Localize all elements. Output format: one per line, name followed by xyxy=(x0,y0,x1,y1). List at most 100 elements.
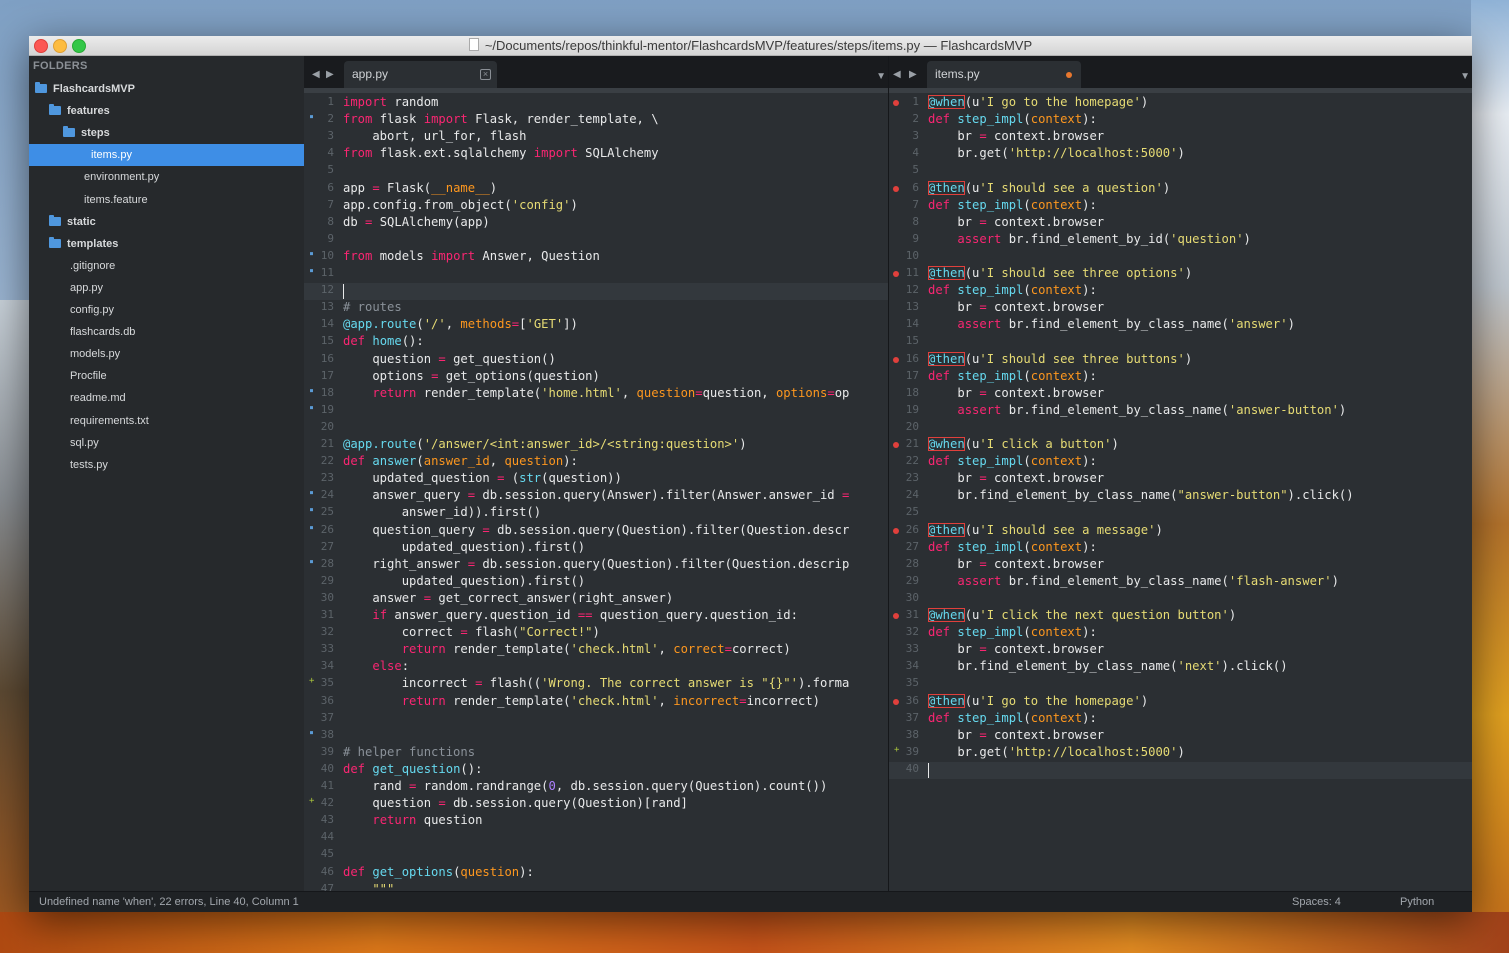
sidebar-item-label: FlashcardsMVP xyxy=(53,83,135,95)
line-number: 22 xyxy=(320,454,334,468)
lint-error-icon xyxy=(893,442,899,448)
sidebar-folder[interactable]: static xyxy=(29,211,324,233)
status-bar: Undefined name 'when', 22 errors, Line 4… xyxy=(29,891,1472,912)
code-line: right_answer = db.session.query(Question… xyxy=(343,556,850,571)
lint-error-icon xyxy=(893,356,899,363)
lint-error-icon xyxy=(893,271,899,277)
sidebar-item-label: steps xyxy=(81,127,110,140)
left-editor-pane[interactable]: 1 2 ■ 3 4 5 6 7 8 9 10 ■ 11 ■ 12 13 14 15 16 17 18 ■ 19 ■ 20 21 22… xyxy=(304,88,888,891)
sidebar-file[interactable]: tests.py xyxy=(29,454,345,476)
lint-error-icon xyxy=(893,527,899,534)
line-number: 43 xyxy=(320,813,334,827)
tab-scroll-left-icon[interactable]: ◀ xyxy=(893,69,901,80)
tab-scroll-left-icon[interactable]: ◀ xyxy=(312,69,320,80)
sidebar-file[interactable]: app.py xyxy=(29,277,345,299)
code-line: updated_question).first() xyxy=(343,573,586,588)
sidebar-folder[interactable]: features xyxy=(29,100,324,122)
code-line: br = context.browser xyxy=(928,642,1105,657)
desktop-wallpaper-left xyxy=(0,300,30,953)
code-line: if answer_query.question_id == question_… xyxy=(372,608,798,622)
sidebar-item-label: models.py xyxy=(70,348,121,361)
sidebar-file[interactable]: .gitignore xyxy=(29,255,345,277)
tab-items-py[interactable]: items.py xyxy=(927,61,1081,88)
folder-icon xyxy=(49,236,61,248)
line-number-gutter[interactable]: 1 2 ■ 3 4 5 6 7 8 9 10 ■ 11 ■ 12 13 14 15 16 17 18 ■ 19 ■ 20 21 22… xyxy=(304,88,340,891)
modified-line-icon: ■ xyxy=(310,729,314,736)
syntax-mode[interactable]: Python xyxy=(1400,892,1434,912)
desktop-wallpaper-right xyxy=(1471,0,1509,953)
tab-scroll-right-icon[interactable]: ▶ xyxy=(909,69,917,80)
code-line: question = db.session.query(Question)[ra… xyxy=(343,796,688,811)
code-line: app = Flask(__name__) xyxy=(343,180,498,195)
code-line: answer_id)).first() xyxy=(343,505,542,520)
code-line: abort, url_for, flash xyxy=(343,129,527,144)
modified-line-icon: ■ xyxy=(310,507,314,514)
code-line: options = get_options(question) xyxy=(343,368,600,383)
line-number: 26 xyxy=(320,522,334,536)
tab-list-dropdown-icon[interactable]: ▼ xyxy=(1460,71,1470,82)
code-line: @app.route('/', methods=['GET']) xyxy=(343,317,578,332)
code-line: br = context.browser xyxy=(928,556,1105,571)
code-line: assert br.find_element_by_class_name('an… xyxy=(957,402,1347,417)
line-number: 29 xyxy=(320,573,334,587)
sidebar-file[interactable]: readme.md xyxy=(29,387,345,409)
line-number: 10 xyxy=(905,248,919,262)
code-line: br.get('http://localhost:5000') xyxy=(928,744,1185,759)
line-number: 9 xyxy=(912,231,919,245)
line-number: 10 xyxy=(320,248,334,262)
line-number: 3 xyxy=(327,129,334,143)
tab-list-dropdown-icon[interactable]: ▼ xyxy=(876,71,886,82)
sidebar-file[interactable]: sql.py xyxy=(29,432,345,454)
sidebar-file[interactable]: requirements.txt xyxy=(29,410,345,432)
tab-scroll-right-icon[interactable]: ▶ xyxy=(326,69,334,80)
code-line: def step_impl(context): xyxy=(928,539,1097,554)
line-number: 14 xyxy=(905,317,919,331)
left-tab-bar: ◀ ▶ app.py × ▼ xyxy=(304,56,888,88)
code-line: def step_impl(context): xyxy=(928,368,1097,383)
code-line: br = context.browser xyxy=(928,727,1105,742)
code-line: @when(u'I click the next question button… xyxy=(928,608,1237,622)
sidebar-file[interactable]: config.py xyxy=(29,299,345,321)
sidebar-item-label: items.feature xyxy=(84,193,148,206)
lint-error-icon xyxy=(893,185,899,192)
sidebar-file[interactable]: models.py xyxy=(29,343,345,365)
line-number: 23 xyxy=(320,471,334,485)
folder-icon xyxy=(49,104,61,116)
code-line: def get_options(question): xyxy=(343,864,534,879)
line-number: 17 xyxy=(905,368,919,382)
line-number: 37 xyxy=(905,710,919,724)
code-line: br = context.browser xyxy=(928,214,1105,229)
close-tab-icon[interactable]: × xyxy=(480,69,491,80)
line-number: 19 xyxy=(905,402,919,416)
indentation-setting[interactable]: Spaces: 4 xyxy=(1292,892,1341,912)
line-number: 18 xyxy=(320,385,334,399)
title-bar: ~/Documents/repos/thinkful-mentor/Flashc… xyxy=(29,36,1472,56)
code-line: answer_query = db.session.query(Answer).… xyxy=(343,488,850,503)
line-number: 35 xyxy=(905,676,919,690)
added-line-icon: + xyxy=(894,744,900,755)
current-line-highlight xyxy=(889,761,1472,779)
sidebar-file[interactable]: flashcards.db xyxy=(29,321,345,343)
line-number: 18 xyxy=(905,385,919,399)
text-cursor xyxy=(343,284,344,300)
right-editor-pane[interactable]: 1 2 3 4 5 6 7 8 9 10 11 12 13 14 15 16 17 18 19 20 21 22 23 24 2… xyxy=(889,88,1472,891)
line-number: 46 xyxy=(320,864,334,878)
code-line: @when(u'I click a button') xyxy=(928,437,1119,451)
code-line: question = get_question() xyxy=(343,351,556,366)
code-line: return render_template('check.html', inc… xyxy=(401,693,820,708)
sidebar-folder[interactable]: steps xyxy=(29,122,338,144)
line-number: 4 xyxy=(327,146,334,160)
modified-line-icon: ■ xyxy=(310,268,314,274)
line-number-gutter[interactable]: 1 2 3 4 5 6 7 8 9 10 11 12 13 14 15 16 17 18 19 20 21 22 23 24 2… xyxy=(889,88,925,891)
sidebar-item-label: Procfile xyxy=(70,370,107,383)
line-number: 22 xyxy=(905,454,919,468)
code-line: assert br.find_element_by_class_name('fl… xyxy=(957,573,1339,588)
window-title-text: ~/Documents/repos/thinkful-mentor/Flashc… xyxy=(484,38,1033,53)
tab-app-py[interactable]: app.py × xyxy=(344,61,497,88)
sidebar-folder[interactable]: templates xyxy=(29,233,324,255)
code-line: def get_question(): xyxy=(343,761,483,776)
line-number: 27 xyxy=(905,539,919,553)
code-line: @then(u'I should see a question') xyxy=(928,180,1171,195)
sidebar-folder[interactable]: FlashcardsMVP xyxy=(29,78,310,100)
sidebar-file[interactable]: Procfile xyxy=(29,365,345,387)
